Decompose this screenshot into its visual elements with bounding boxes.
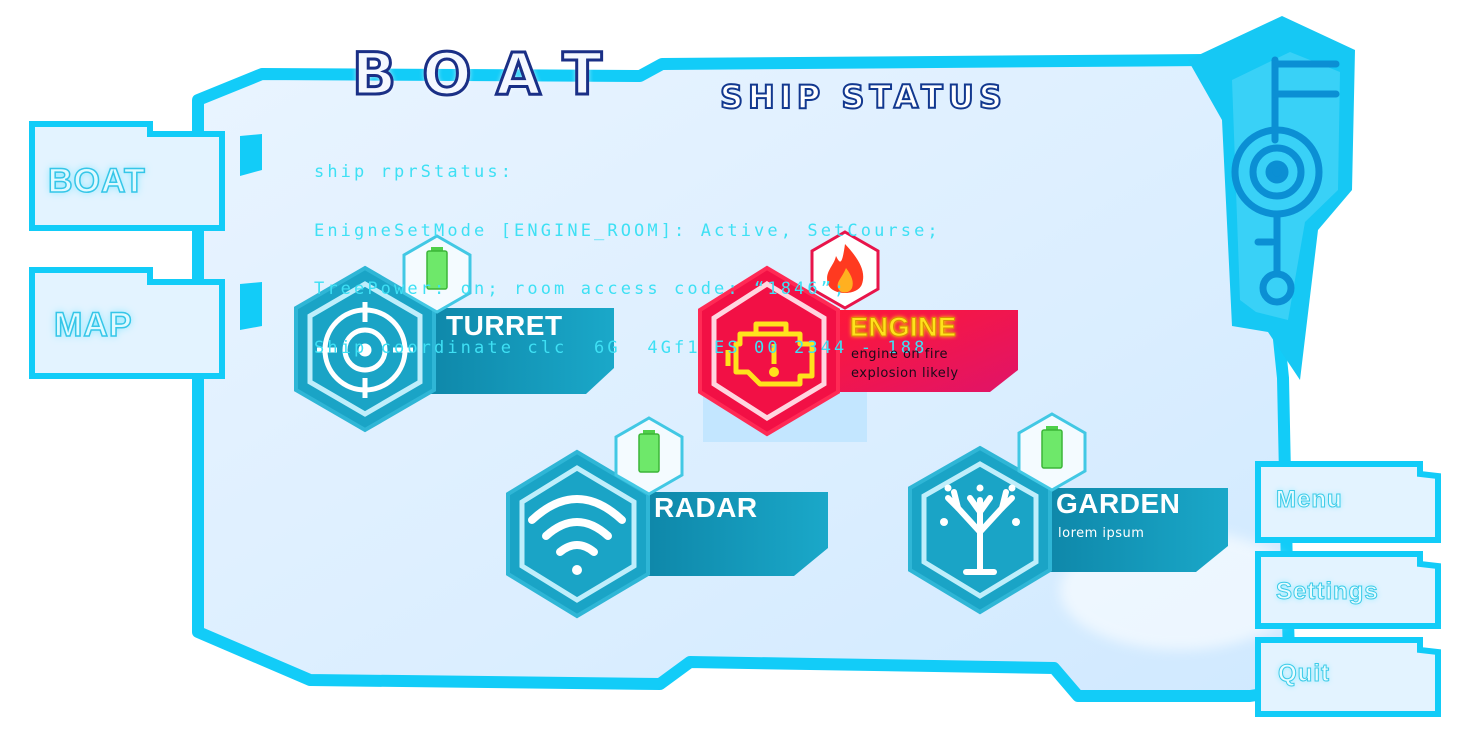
settings-button-label: Settings xyxy=(1276,578,1379,606)
garden-module-button[interactable]: GARDEN lorem ipsum xyxy=(910,448,1230,612)
tab-boat-label: BOAT xyxy=(47,161,146,201)
radar-module-button[interactable]: RADAR xyxy=(508,452,828,616)
engine-module-button[interactable]: ENGINE engine on fire explosion likely xyxy=(700,268,1020,436)
menu-button[interactable]: Menu xyxy=(1258,464,1438,540)
tab-map[interactable]: MAP xyxy=(32,270,222,376)
engine-name: ENGINE xyxy=(850,312,957,343)
garden-name: GARDEN xyxy=(1056,488,1181,519)
radar-name: RADAR xyxy=(654,492,758,523)
panel-title: SHIP STATUS xyxy=(719,77,1007,117)
quit-button[interactable]: Quit xyxy=(1258,640,1438,714)
tab-map-label: MAP xyxy=(53,305,133,345)
turret-name: TURRET xyxy=(446,310,563,341)
engine-status-line: explosion likely xyxy=(851,366,959,381)
menu-button-label: Menu xyxy=(1276,486,1343,514)
app-title: BOAT xyxy=(351,39,628,110)
console-line: EnigneSetMode [ENGINE_ROOM]: Active, Set… xyxy=(314,220,941,241)
quit-button-label: Quit xyxy=(1278,660,1330,688)
garden-status-line: lorem ipsum xyxy=(1058,526,1145,541)
engine-status-line: engine on fire xyxy=(851,347,949,362)
console-line: ship rprStatus: xyxy=(314,162,515,182)
settings-button[interactable]: Settings xyxy=(1258,554,1438,626)
tab-boat[interactable]: BOAT xyxy=(32,124,222,228)
turret-module-button[interactable]: TURRET xyxy=(296,268,616,432)
